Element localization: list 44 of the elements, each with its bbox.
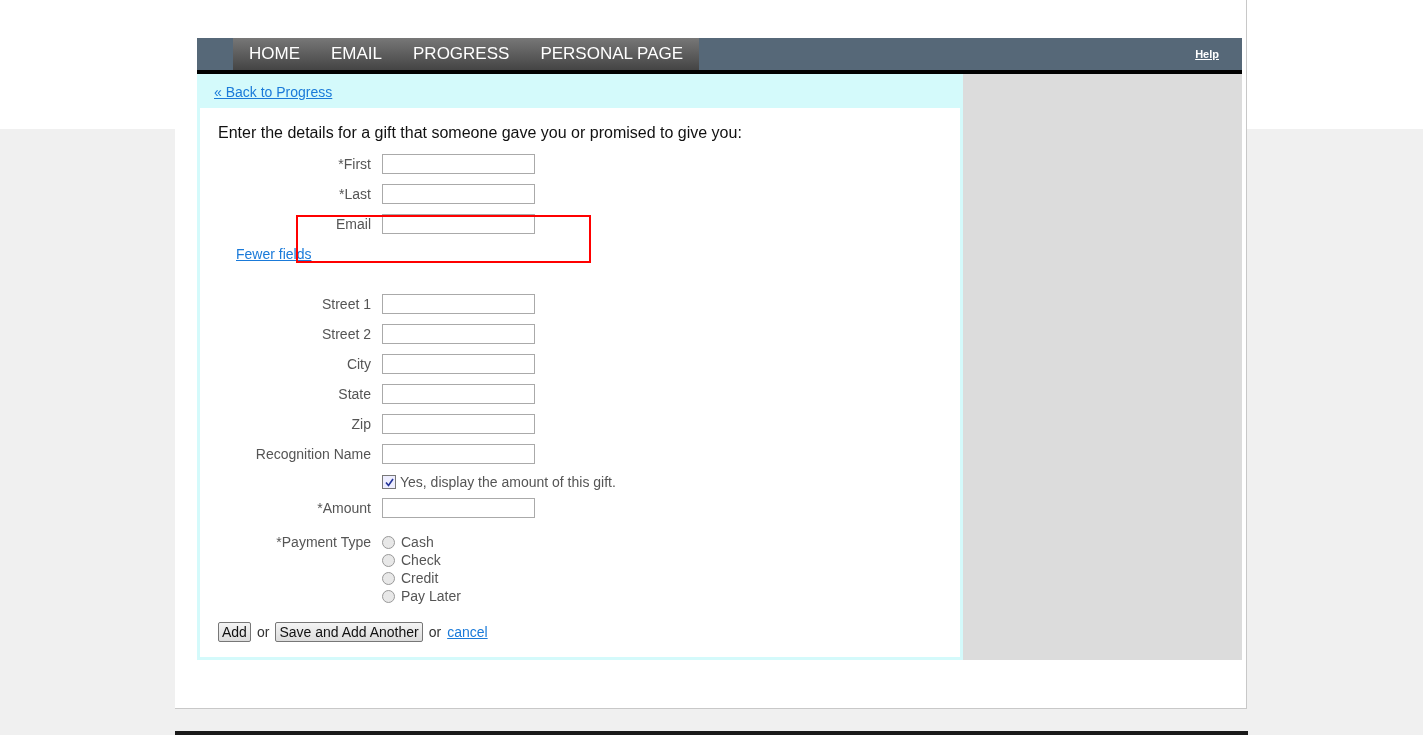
radio-label: Credit: [401, 569, 439, 587]
input-field[interactable]: [382, 354, 535, 374]
add-button[interactable]: Add: [218, 622, 251, 642]
input-field[interactable]: [382, 154, 535, 174]
field-label: Street 2: [321, 325, 371, 344]
nav-link[interactable]: EMAIL: [331, 44, 383, 64]
input-field[interactable]: [382, 214, 535, 234]
radio-button[interactable]: [382, 589, 395, 603]
radio-label: Pay Later: [401, 587, 461, 605]
checkbox[interactable]: [382, 475, 396, 489]
field-label: Email: [336, 215, 371, 234]
radio-button[interactable]: [382, 553, 395, 567]
radio-button[interactable]: [382, 535, 395, 549]
field-label: *Payment Type: [276, 533, 371, 551]
field-label: Zip: [351, 415, 371, 434]
checkmark-icon: [384, 477, 394, 487]
input-field[interactable]: [382, 294, 535, 314]
input-field[interactable]: [382, 324, 535, 344]
checkbox-label: Yes, display the amount of this gift.: [400, 474, 616, 490]
radio-label: Cash: [401, 533, 434, 551]
field-label: Recognition Name: [255, 445, 371, 464]
or-text: or: [256, 624, 270, 640]
nav-link[interactable]: PERSONAL PAGE: [540, 44, 684, 64]
field-label: *Amount: [317, 499, 371, 518]
field-label: Street 1: [321, 295, 371, 314]
field-label: *Last: [339, 185, 371, 204]
nav-link[interactable]: PROGRESS: [413, 44, 510, 64]
input-field[interactable]: [382, 384, 535, 404]
field-label: City: [346, 355, 371, 374]
radio-label: Check: [401, 551, 441, 569]
help-link[interactable]: Help: [1195, 48, 1219, 60]
input-field[interactable]: [382, 184, 535, 204]
input-field[interactable]: [382, 444, 535, 464]
cancel-link[interactable]: cancel: [447, 622, 488, 642]
input-field[interactable]: [382, 414, 535, 434]
field-label: State: [338, 385, 371, 404]
or-text: or: [428, 624, 442, 640]
nav-link[interactable]: HOME: [249, 44, 300, 64]
intro-text: Enter the details for a gift that someone gave you or promised to give you:: [218, 124, 743, 142]
radio-button[interactable]: [382, 571, 395, 585]
field-label: *First: [338, 155, 371, 174]
input-field[interactable]: [382, 498, 535, 518]
save-and-add-button[interactable]: Save and Add Another: [275, 622, 423, 642]
back-link[interactable]: « Back to Progress: [214, 84, 960, 100]
